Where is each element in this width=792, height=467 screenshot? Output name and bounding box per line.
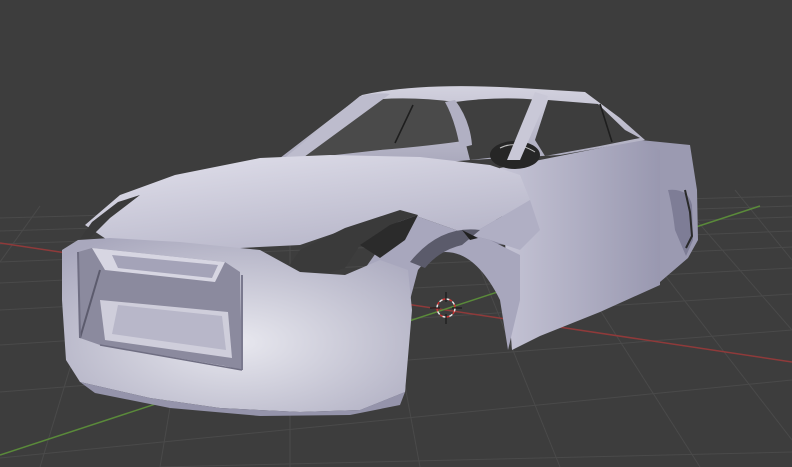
viewport-canvas[interactable] [0,0,792,467]
car-body-model[interactable] [62,86,698,416]
3d-cursor-icon[interactable] [430,292,462,324]
3d-viewport[interactable] [0,0,792,467]
